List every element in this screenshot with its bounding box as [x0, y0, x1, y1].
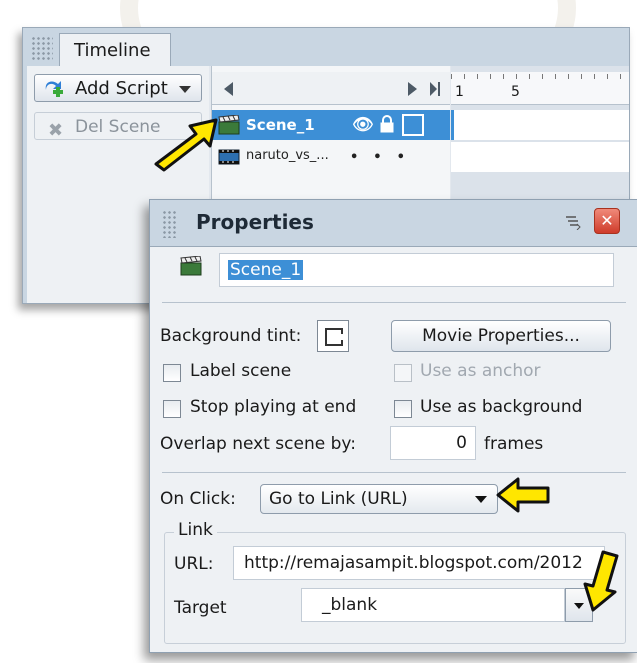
stop-playing-label: Stop playing at end: [190, 397, 357, 417]
scene-name-input[interactable]: Scene_1: [219, 253, 614, 287]
overlap-input[interactable]: 0: [390, 426, 476, 460]
target-input[interactable]: _blank: [301, 588, 565, 622]
divider: [162, 302, 626, 303]
close-button[interactable]: ✕: [594, 208, 620, 234]
target-label: Target: [174, 598, 227, 618]
nav-left-icon[interactable]: [224, 82, 233, 96]
nav-end-icon[interactable]: [430, 82, 440, 96]
scene-name-value: Scene_1: [228, 260, 304, 280]
layer-flags: •••: [350, 150, 420, 165]
nav-right-icon[interactable]: [408, 82, 417, 96]
add-script-button[interactable]: Add Script: [34, 74, 202, 102]
frame-ruler[interactable]: 1 5: [451, 72, 629, 105]
frames-label: frames: [484, 434, 544, 454]
label-scene-label: Label scene: [190, 361, 292, 381]
panel-title: Properties: [196, 210, 314, 234]
divider: [162, 472, 626, 473]
lock-icon[interactable]: [380, 115, 394, 133]
layer-row-scene[interactable]: Scene_1 👁: [212, 110, 450, 140]
properties-panel: Properties ✕ Scene_1 Background tint: Mo…: [149, 199, 637, 653]
chevron-down-icon: [179, 86, 191, 93]
url-label: URL:: [174, 554, 214, 574]
add-script-label: Add Script: [75, 78, 168, 99]
panel-menu-icon[interactable]: [564, 214, 582, 230]
close-icon: ✖: [48, 120, 64, 141]
frame-track[interactable]: [451, 110, 629, 140]
layer-nav: [212, 72, 450, 105]
background-tint-picker[interactable]: [317, 320, 349, 352]
layer-checkbox[interactable]: [402, 114, 424, 136]
frame-track[interactable]: [451, 142, 629, 172]
label-scene-checkbox[interactable]: [163, 364, 181, 382]
on-click-value: Go to Link (URL): [269, 489, 408, 509]
plus-script-icon: [45, 81, 63, 97]
layer-name: Scene_1: [246, 116, 315, 134]
close-icon: ✕: [600, 211, 614, 230]
annotation-arrow: [496, 477, 550, 513]
eye-icon[interactable]: 👁: [352, 115, 374, 135]
overlap-label: Overlap next scene by:: [160, 434, 356, 454]
timeline-tabbar: Timeline: [23, 28, 629, 66]
del-scene-label: Del Scene: [75, 117, 161, 137]
url-input[interactable]: http://remajasampit.blogspot.com/2012: [233, 546, 605, 580]
background-tint-label: Background tint:: [160, 326, 302, 346]
movie-properties-button[interactable]: Movie Properties...: [391, 320, 611, 352]
layer-row-media[interactable]: naruto_vs_... •••: [212, 142, 450, 172]
ruler-label: 1: [455, 84, 464, 100]
ruler-label: 5: [511, 84, 520, 100]
properties-titlebar: Properties ✕: [150, 200, 637, 247]
layer-name: naruto_vs_...: [246, 148, 329, 163]
chevron-down-icon: [475, 496, 487, 503]
on-click-select[interactable]: Go to Link (URL): [260, 484, 498, 514]
film-clapper-icon: [180, 256, 202, 276]
stop-playing-checkbox[interactable]: [163, 400, 181, 418]
use-as-anchor-checkbox: [394, 364, 412, 382]
annotation-arrow: [154, 118, 218, 172]
use-as-anchor-label: Use as anchor: [420, 361, 541, 381]
grip-handle[interactable]: [31, 36, 53, 62]
link-group-label: Link: [174, 520, 217, 540]
use-as-background-label: Use as background: [420, 397, 583, 417]
tab-timeline[interactable]: Timeline: [59, 33, 171, 66]
on-click-label: On Click:: [160, 489, 236, 509]
use-as-background-checkbox[interactable]: [394, 400, 412, 418]
grip-handle[interactable]: [162, 210, 178, 238]
annotation-arrow: [583, 550, 619, 612]
